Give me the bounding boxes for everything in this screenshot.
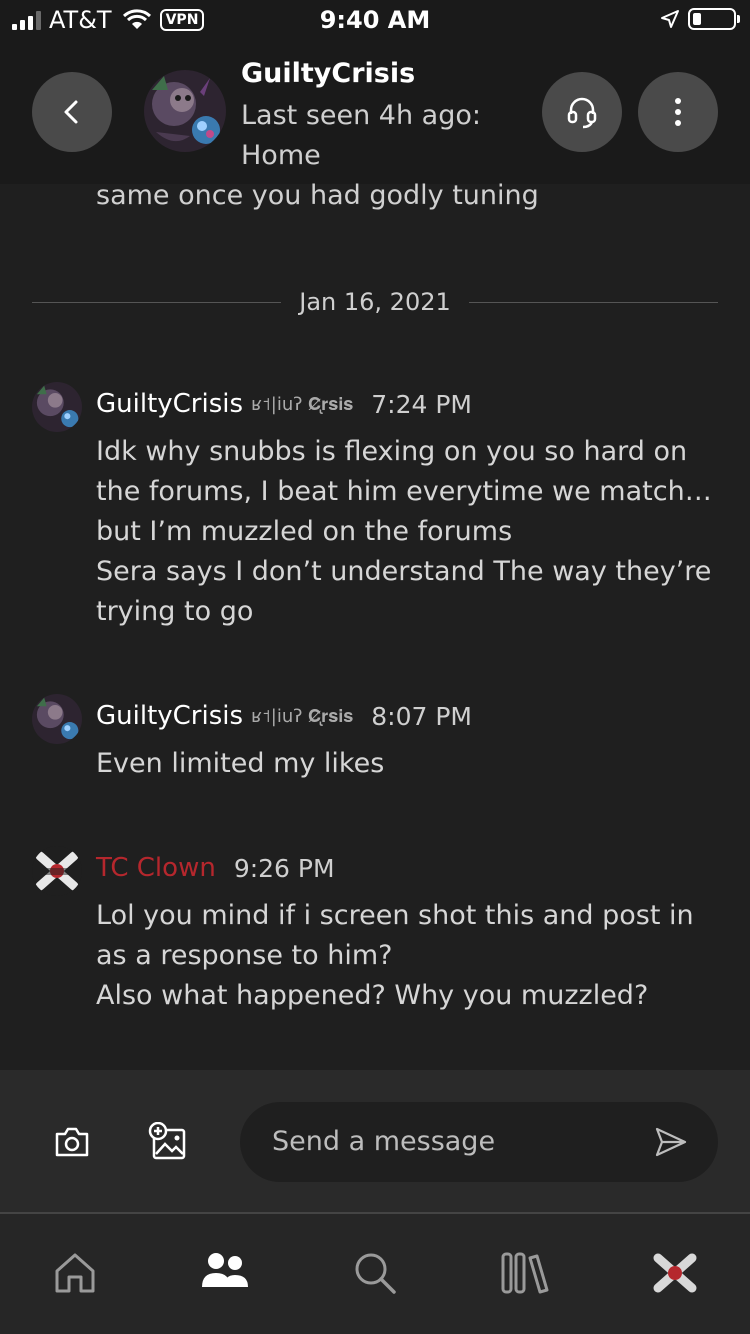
tab-library[interactable] bbox=[500, 1248, 550, 1298]
library-icon bbox=[501, 1252, 549, 1294]
message-body: Even limited my likes bbox=[96, 744, 716, 784]
sender-avatar[interactable] bbox=[32, 694, 82, 744]
message-text: Sera says I don’t understand The way the… bbox=[96, 556, 712, 627]
message-body: Idk why snubbs is flexing on you so hard… bbox=[96, 432, 716, 632]
back-button[interactable] bbox=[32, 72, 112, 152]
tab-friends[interactable] bbox=[200, 1248, 250, 1298]
message-composer: Send a message bbox=[0, 1070, 750, 1212]
back-arrow-icon bbox=[64, 100, 78, 124]
search-icon bbox=[355, 1253, 396, 1294]
message-text: Idk why snubbs is flexing on you so hard… bbox=[96, 436, 712, 547]
contact-name: GuiltyCrisis bbox=[241, 58, 416, 89]
more-options-button[interactable] bbox=[638, 72, 718, 152]
message-header: GuiltyCrisis ʁ˦|iuʔ 𝐂̷̢𝐫𝐬𝐢𝐬 7:24 PM bbox=[96, 382, 472, 426]
sender-name[interactable]: GuiltyCrisis bbox=[96, 701, 243, 731]
sender-avatar[interactable] bbox=[32, 382, 82, 432]
tab-profile[interactable] bbox=[650, 1248, 700, 1298]
sender-tag: ʁ˦|iuʔ 𝐂̷̢𝐫𝐬𝐢𝐬 bbox=[251, 705, 354, 727]
battery-icon bbox=[688, 8, 740, 30]
message-input-field[interactable]: Send a message bbox=[240, 1102, 718, 1182]
message-header: TC Clown 9:26 PM bbox=[96, 846, 335, 890]
bottom-tab-bar bbox=[0, 1214, 750, 1334]
last-seen-status: Last seen 4h ago: Home bbox=[241, 100, 481, 171]
status-time: 9:40 AM bbox=[319, 6, 431, 34]
profile-avatar bbox=[653, 1253, 697, 1293]
date-separator: Jan 16, 2021 bbox=[32, 282, 718, 322]
sender-name[interactable]: TC Clown bbox=[96, 853, 216, 883]
message-text: Also what happened? Why you muzzled? bbox=[96, 980, 649, 1011]
camera-icon[interactable] bbox=[52, 1122, 92, 1162]
message-time: 8:07 PM bbox=[371, 701, 472, 731]
sender-tag: ʁ˦|iuʔ 𝐂̷̢𝐫𝐬𝐢𝐬 bbox=[251, 393, 354, 415]
friends-icon bbox=[202, 1253, 248, 1287]
status-right bbox=[660, 8, 740, 30]
sender-avatar[interactable] bbox=[32, 846, 82, 896]
contact-avatar[interactable] bbox=[144, 70, 226, 152]
more-vertical-icon bbox=[675, 98, 681, 126]
message-header: GuiltyCrisis ʁ˦|iuʔ 𝐂̷̢𝐫𝐬𝐢𝐬 8:07 PM bbox=[96, 694, 472, 738]
divider-line bbox=[32, 301, 282, 303]
sender-name[interactable]: GuiltyCrisis bbox=[96, 389, 243, 419]
date-label: Jan 16, 2021 bbox=[299, 288, 451, 316]
message-text: Lol you mind if i screen shot this and p… bbox=[96, 900, 694, 971]
message-input-placeholder[interactable]: Send a message bbox=[272, 1102, 495, 1182]
chat-header: GuiltyCrisis Last seen 4h ago: Home bbox=[0, 44, 750, 184]
message-time: 7:24 PM bbox=[371, 389, 472, 419]
message-time: 9:26 PM bbox=[233, 853, 335, 883]
location-icon bbox=[661, 10, 679, 28]
message-body: Lol you mind if i screen shot this and p… bbox=[96, 896, 716, 1016]
tab-home[interactable] bbox=[50, 1248, 100, 1298]
headset-icon bbox=[567, 97, 597, 129]
voice-chat-button[interactable] bbox=[542, 72, 622, 152]
send-icon[interactable] bbox=[654, 1126, 688, 1158]
add-image-icon[interactable] bbox=[148, 1122, 188, 1162]
message-text: Even limited my likes bbox=[96, 748, 385, 779]
status-bar: AT&T VPN 9:40 AM bbox=[0, 0, 750, 44]
divider-line bbox=[468, 301, 718, 303]
home-icon bbox=[55, 1253, 95, 1293]
message-text-partial: same once you had godly tuning bbox=[96, 180, 539, 211]
tab-search[interactable] bbox=[350, 1248, 400, 1298]
